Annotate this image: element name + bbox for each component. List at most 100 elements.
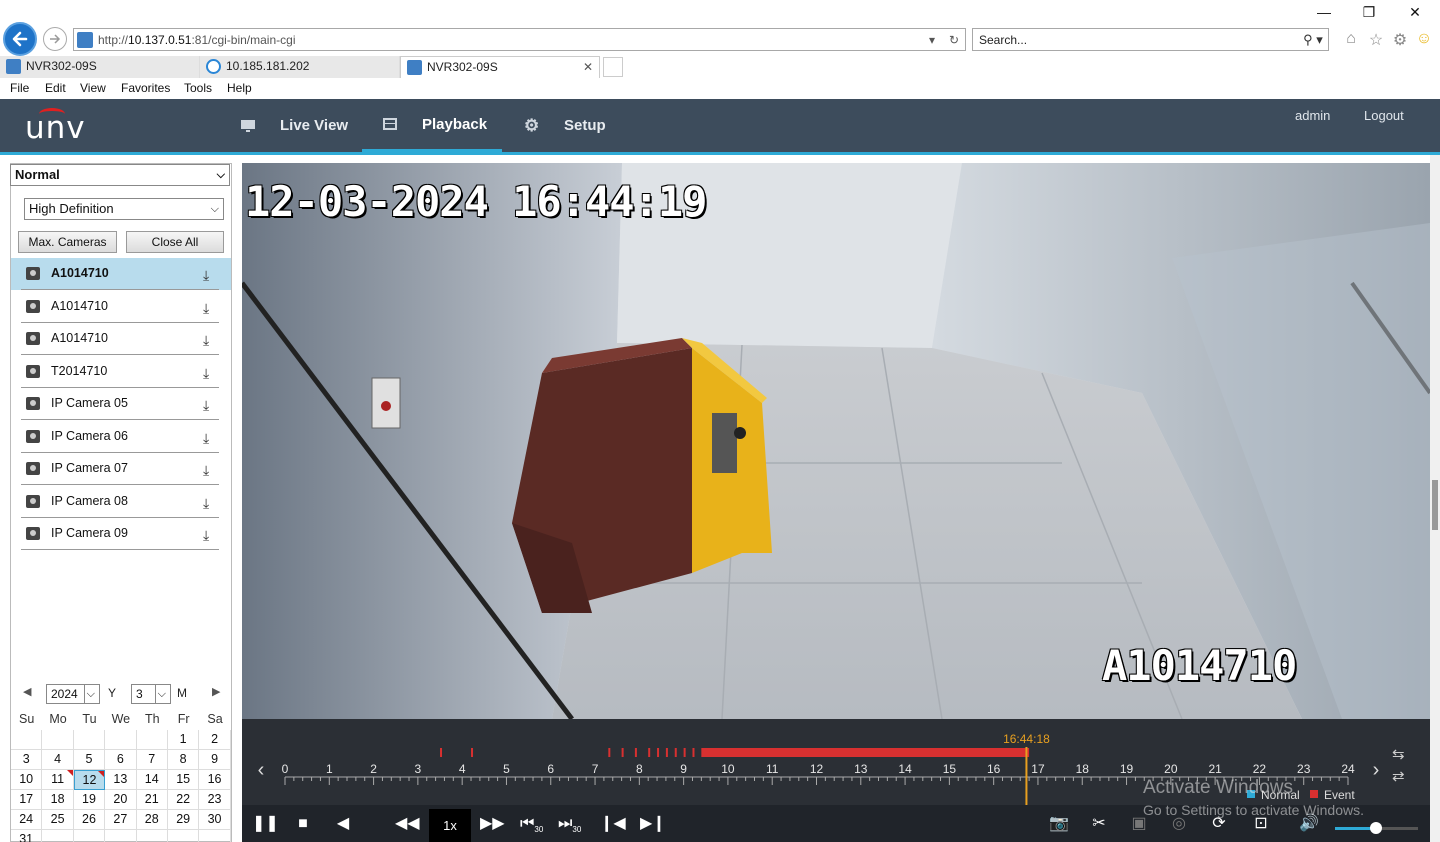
camera-item[interactable]: A1014710 ⤓ — [11, 258, 231, 290]
nav-playback[interactable]: Playback — [362, 99, 502, 152]
year-select[interactable]: 2024 ⌵ — [46, 684, 100, 704]
calendar-day[interactable]: 14 — [136, 770, 168, 790]
close-all-button[interactable]: Close All — [126, 231, 224, 253]
menu-file[interactable]: File — [10, 81, 29, 95]
menu-tools[interactable]: Tools — [184, 81, 212, 95]
snapshot-camera-icon[interactable]: 📷 — [1048, 813, 1070, 835]
calendar-day[interactable]: 1 — [167, 730, 200, 750]
menu-view[interactable]: View — [80, 81, 106, 95]
new-tab-button[interactable] — [603, 57, 623, 77]
address-dropdown-icon[interactable]: ▾ — [921, 33, 943, 47]
calendar-day[interactable]: 24 — [11, 810, 43, 830]
smiley-feedback-icon[interactable]: ☺ — [1414, 30, 1434, 50]
calendar-day[interactable]: 4 — [42, 750, 74, 770]
download-icon[interactable]: ⤓ — [203, 300, 209, 317]
slow-down-icon[interactable]: ◀◀ — [395, 813, 420, 835]
calendar-day[interactable]: 12 — [73, 770, 106, 790]
settings-gear-icon[interactable]: ⚙ — [1390, 30, 1410, 50]
calendar-day[interactable]: 25 — [42, 810, 74, 830]
restore-button[interactable]: ❐ — [1354, 4, 1384, 24]
minimize-button[interactable]: — — [1309, 4, 1339, 24]
frame-back-icon[interactable]: ❙◀ — [600, 813, 626, 835]
download-icon[interactable]: ⤓ — [203, 332, 209, 349]
calendar-day[interactable]: 26 — [73, 810, 106, 830]
camera-item[interactable]: IP Camera 05 ⤓ — [11, 388, 231, 420]
next-month-icon[interactable]: ▶ — [212, 685, 220, 698]
tab-ie-202[interactable]: 10.185.181.202 — [200, 56, 400, 78]
calendar-day[interactable]: 31 — [11, 830, 43, 842]
frame-forward-icon[interactable]: ▶❙ — [640, 813, 666, 835]
menu-favorites[interactable]: Favorites — [121, 81, 170, 95]
nav-live-view[interactable]: Live View — [240, 99, 348, 152]
address-text[interactable]: http://10.137.0.51:81/cgi-bin/main-cgi — [98, 33, 921, 47]
tab-nvr-active[interactable]: NVR302-09S ✕ — [400, 56, 600, 78]
calendar-day[interactable]: 5 — [73, 750, 106, 770]
volume-slider[interactable] — [1335, 822, 1418, 834]
zoom-in-icon[interactable]: ⇄ — [1392, 767, 1405, 785]
video-player[interactable]: 12-03-2024 16:44:19 A1014710 — [242, 163, 1430, 719]
calendar-day[interactable]: 8 — [167, 750, 200, 770]
search-input[interactable] — [979, 32, 1298, 47]
download-icon[interactable]: ⤓ — [203, 397, 209, 414]
download-icon[interactable]: ⤓ — [203, 430, 209, 447]
skip-back-30-icon[interactable]: ⏮30 — [520, 813, 543, 835]
zoom-out-icon[interactable]: ⇆ — [1392, 745, 1405, 763]
close-tab-icon[interactable]: ✕ — [583, 57, 593, 78]
calendar-day[interactable]: 30 — [199, 810, 231, 830]
calendar-day[interactable]: 13 — [105, 770, 137, 790]
calendar-day[interactable]: 18 — [42, 790, 74, 810]
favorites-star-icon[interactable]: ☆ — [1366, 30, 1386, 50]
calendar-day[interactable]: 27 — [105, 810, 137, 830]
calendar-day[interactable]: 17 — [11, 790, 43, 810]
camera-item[interactable]: A1014710 ⤓ — [11, 291, 231, 323]
download-icon[interactable]: ⤓ — [203, 527, 209, 544]
calendar-day[interactable]: 23 — [199, 790, 231, 810]
search-icon[interactable]: ⚲ ▾ — [1298, 32, 1328, 48]
quality-select[interactable]: High Definition ⌵ — [24, 198, 224, 220]
calendar-day[interactable]: 28 — [136, 810, 168, 830]
speed-up-icon[interactable]: ▶▶ — [480, 813, 505, 835]
camera-item[interactable]: IP Camera 07 ⤓ — [11, 453, 231, 485]
download-icon[interactable]: ⤓ — [203, 462, 209, 479]
camera-item[interactable]: A1014710 ⤓ — [11, 323, 231, 355]
scrollbar-thumb[interactable] — [1432, 480, 1438, 530]
calendar-day[interactable]: 20 — [105, 790, 137, 810]
max-cameras-button[interactable]: Max. Cameras — [18, 231, 117, 253]
month-select[interactable]: 3 ⌵ — [131, 684, 171, 704]
logout-link[interactable]: Logout — [1364, 108, 1404, 123]
event-recording-segment[interactable] — [701, 748, 1030, 757]
calendar-day[interactable]: 7 — [136, 750, 168, 770]
calendar-day[interactable]: 2 — [199, 730, 231, 750]
volume-handle[interactable] — [1370, 822, 1382, 834]
camera-item[interactable]: T2014710 ⤓ — [11, 356, 231, 388]
calendar-day[interactable]: 16 — [199, 770, 231, 790]
menu-edit[interactable]: Edit — [45, 81, 66, 95]
close-window-button[interactable]: ✕ — [1400, 4, 1430, 24]
stop-icon[interactable]: ■ — [292, 813, 314, 835]
calendar-day[interactable]: 9 — [199, 750, 231, 770]
user-name[interactable]: admin — [1295, 108, 1330, 123]
search-box[interactable]: ⚲ ▾ — [972, 28, 1329, 51]
download-icon[interactable]: ⤓ — [203, 267, 209, 284]
address-bar[interactable]: http://10.137.0.51:81/cgi-bin/main-cgi ▾… — [73, 28, 966, 51]
clip-scissors-icon[interactable]: ✂ — [1088, 813, 1110, 835]
calendar-day[interactable]: 29 — [167, 810, 200, 830]
calendar-day[interactable]: 19 — [73, 790, 106, 810]
skip-forward-30-icon[interactable]: ⏭30 — [558, 813, 581, 835]
calendar-day[interactable]: 21 — [136, 790, 168, 810]
tab-nvr-1[interactable]: NVR302-09S — [0, 56, 200, 78]
forward-button[interactable] — [43, 27, 67, 51]
prev-month-icon[interactable]: ◀ — [23, 685, 31, 698]
calendar-day[interactable]: 3 — [11, 750, 43, 770]
page-scrollbar[interactable] — [1430, 155, 1440, 842]
refresh-icon[interactable]: ↻ — [943, 33, 965, 47]
reverse-play-icon[interactable]: ◀ — [332, 813, 354, 835]
camera-item[interactable]: IP Camera 08 ⤓ — [11, 486, 231, 518]
home-icon[interactable]: ⌂ — [1341, 30, 1361, 50]
calendar-day[interactable]: 6 — [105, 750, 137, 770]
download-icon[interactable]: ⤓ — [203, 495, 209, 512]
mode-select[interactable]: Normal ⌵ — [10, 164, 230, 186]
camera-item[interactable]: IP Camera 09 ⤓ — [11, 518, 231, 550]
calendar-day[interactable]: 11 — [42, 770, 74, 790]
nav-setup[interactable]: ⚙ Setup — [524, 99, 606, 152]
